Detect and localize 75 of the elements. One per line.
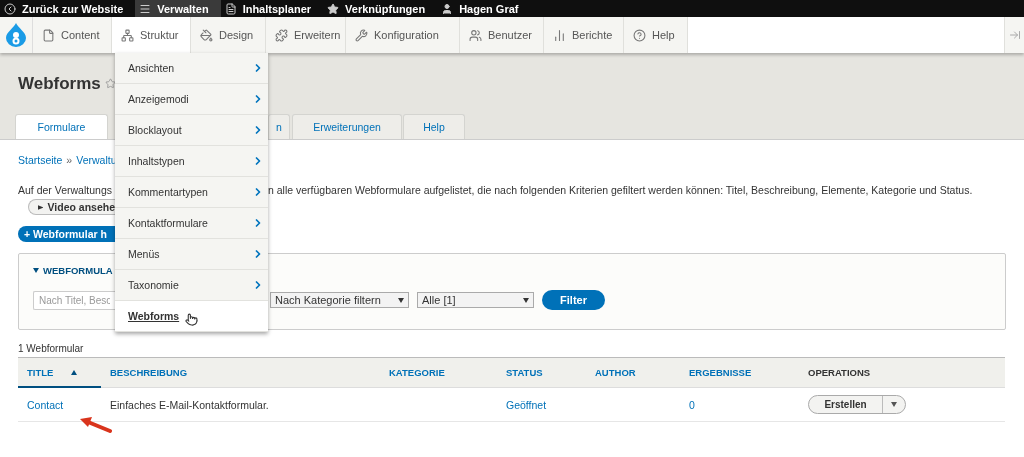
menu-tab[interactable]: Struktur: [112, 17, 191, 53]
toolbar-item[interactable]: Inhaltsplaner: [220, 0, 324, 17]
puzzle-icon: [275, 28, 288, 42]
menu-item[interactable]: Kommentartypen: [115, 177, 268, 208]
tab[interactable]: Formulare: [15, 114, 108, 139]
column-header[interactable]: AUTHOR: [586, 357, 680, 388]
menu-item[interactable]: Kontaktformulare: [115, 208, 268, 239]
menu-tab[interactable]: Benutzer: [460, 17, 544, 53]
paint-bucket-icon: [200, 28, 213, 42]
filter-toggle[interactable]: WEBFORMULA: [33, 265, 115, 276]
menu-item[interactable]: Inhaltstypen: [115, 146, 268, 177]
menu-tab[interactable]: Erweitern: [266, 17, 346, 53]
toolbar-item[interactable]: Verwalten: [135, 0, 221, 17]
menu-tab[interactable]: Help: [624, 17, 688, 53]
tab[interactable]: Help: [403, 114, 465, 139]
menu-tab[interactable]: Content: [33, 17, 112, 53]
caret-icon: [33, 268, 39, 273]
menu-item[interactable]: Taxonomie: [115, 270, 268, 301]
create-button[interactable]: Erstellen: [809, 396, 883, 413]
status-select[interactable]: Alle [1]: [417, 292, 534, 308]
hierarchy-icon: [121, 28, 134, 42]
caret-icon: [398, 297, 404, 303]
column-header[interactable]: BESCHREIBUNG: [101, 357, 380, 388]
star-icon[interactable]: [104, 78, 116, 90]
description-text: n alle verfügbaren Webformulare aufgelistet, die nach folgenden Kriterien gefiltert werden können: Titel, Beschreibung, Elemente, Kategorie und Status.: [268, 184, 974, 196]
help-icon: [633, 28, 646, 42]
breadcrumb-link[interactable]: Startseite: [18, 154, 63, 166]
bar-chart-icon: [553, 28, 566, 42]
column-header[interactable]: STATUS: [497, 357, 586, 388]
menu-tab[interactable]: Design: [191, 17, 266, 53]
menu-tab[interactable]: Konfiguration: [346, 17, 460, 53]
drop-logo-icon: [6, 23, 26, 47]
caret-icon: [523, 297, 529, 303]
sort-icon: [71, 369, 78, 375]
back-icon: [4, 2, 16, 15]
results-link[interactable]: 0: [689, 398, 695, 411]
wrench-icon: [355, 28, 368, 42]
document-icon: [224, 2, 237, 15]
webform-link[interactable]: Contact: [27, 398, 64, 411]
star-icon: [327, 2, 340, 15]
video-button[interactable]: Video ansehe: [28, 199, 115, 215]
tab[interactable]: Erweiterungen: [292, 114, 402, 139]
play-icon: [38, 204, 44, 210]
user-icon: [441, 2, 454, 15]
breadcrumb-link[interactable]: Verwaltu: [76, 154, 115, 166]
menu-item[interactable]: Webforms: [115, 301, 268, 332]
column-header[interactable]: TITLE: [18, 357, 101, 388]
column-header: OPERATIONS: [799, 357, 1005, 388]
menu-item[interactable]: Anzeigemodi: [115, 84, 268, 115]
menu-item[interactable]: Blocklayout: [115, 115, 268, 146]
column-header[interactable]: ERGEBNISSE: [680, 357, 799, 388]
arrow-drawing: [78, 417, 112, 435]
filter-button[interactable]: Filter: [542, 290, 605, 310]
toolbar-item[interactable]: Verknüpfungen: [323, 0, 438, 17]
collapse-icon[interactable]: [1008, 29, 1021, 41]
caret-icon: [891, 402, 897, 407]
category-select[interactable]: Nach Kategorie filtern: [270, 292, 409, 308]
menu-item[interactable]: Menüs: [115, 239, 268, 270]
column-header[interactable]: KATEGORIE: [380, 357, 497, 388]
table-cell: Einfaches E-Mail-Kontaktformular.: [101, 388, 380, 422]
status-link[interactable]: Geöffnet: [506, 398, 547, 411]
breadcrumb-separator: »: [66, 154, 73, 166]
page-title: Webforms: [18, 73, 101, 94]
toolbar-item[interactable]: Hagen Graf: [437, 0, 531, 17]
add-webform-button[interactable]: + Webformular h: [18, 226, 115, 242]
users-icon: [469, 28, 482, 42]
tab[interactable]: n: [268, 114, 290, 139]
menu-item[interactable]: Ansichten: [115, 53, 268, 84]
toolbar-item[interactable]: Zurück zur Website: [0, 0, 136, 17]
document-icon: [42, 28, 55, 42]
description-text: Auf der Verwaltungs: [18, 184, 113, 196]
menu-icon: [139, 2, 152, 15]
hand-cursor-icon: [185, 313, 198, 326]
menu-tab[interactable]: Berichte: [544, 17, 624, 53]
result-count: 1 Webformular: [18, 343, 85, 356]
